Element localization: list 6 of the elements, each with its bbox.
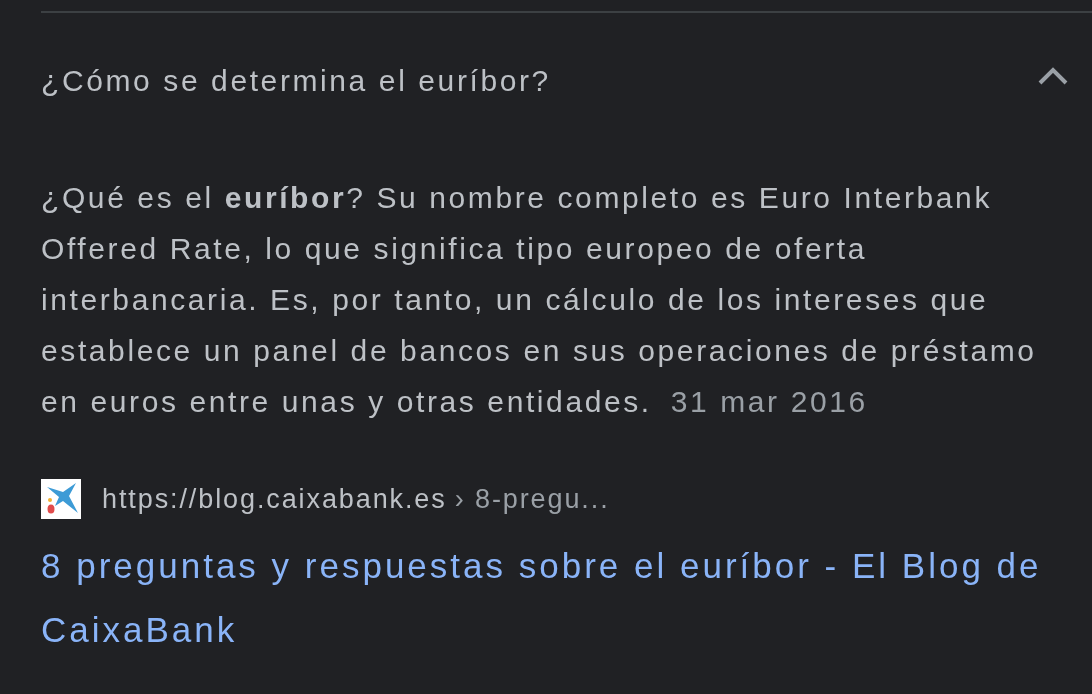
- breadcrumb-text: › 8-pregu...: [454, 482, 610, 516]
- result-title-link[interactable]: 8 preguntas y respuestas sobre el euríbor - El Blog de CaixaBank: [41, 534, 1071, 662]
- question-header[interactable]: ¿Cómo se determina el euríbor?: [41, 13, 1092, 147]
- source-url: https://blog.caixabank.es: [102, 482, 447, 516]
- favicon-icon: [41, 479, 81, 519]
- answer-snippet: ¿Qué es el euríbor? Su nombre completo es Euro Interbank Offered Rate, lo que significa tipo europeo de oferta interbancaria. Es, por tanto, un cálculo de los intereses que establece un panel de bancos en sus operaciones de préstamo en euros entre unas y otras entidades. 31 mar 2016: [41, 180, 1038, 420]
